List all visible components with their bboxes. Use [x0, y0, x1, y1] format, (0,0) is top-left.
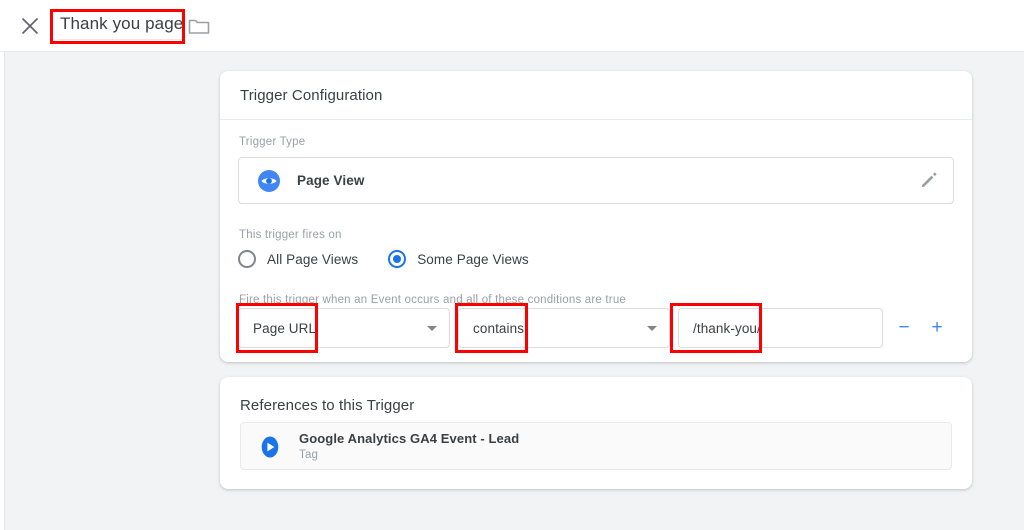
pencil-edit-icon[interactable] [919, 170, 939, 190]
remove-condition-button[interactable]: − [893, 317, 915, 339]
condition-row: Page URL contains /thank-you/ − + [238, 308, 954, 348]
condition-operator-value: contains [473, 320, 525, 336]
condition-variable-value: Page URL [253, 320, 317, 336]
radio-all-page-views[interactable]: All Page Views [238, 250, 358, 268]
radio-circle-selected-icon [388, 250, 407, 268]
radio-circle-icon [238, 250, 256, 268]
references-card: References to this Trigger Google Analyt… [220, 377, 972, 489]
folder-icon[interactable] [188, 16, 210, 36]
card-header: Trigger Configuration [220, 71, 972, 120]
page-view-eye-icon [257, 169, 281, 193]
trigger-name-field[interactable]: Thank you page [58, 12, 186, 40]
radio-some-page-views-label: Some Page Views [417, 251, 529, 267]
radio-all-page-views-label: All Page Views [267, 251, 359, 267]
condition-operator-select[interactable]: contains [458, 308, 670, 348]
reference-item-name: Google Analytics GA4 Event - Lead [299, 431, 520, 446]
reference-list-item[interactable]: Google Analytics GA4 Event - Lead Tag [240, 422, 952, 470]
conditions-description-label: Fire this trigger when an Event occurs a… [239, 294, 627, 306]
reference-item-type: Tag [299, 449, 319, 461]
fires-on-label: This trigger fires on [239, 229, 342, 241]
trigger-type-label: Trigger Type [239, 136, 306, 148]
add-condition-button[interactable]: + [926, 317, 948, 339]
ga4-tag-icon [258, 435, 282, 459]
chevron-down-icon [647, 326, 657, 331]
close-icon[interactable] [18, 14, 42, 38]
chevron-down-icon [427, 326, 437, 331]
trigger-type-name: Page View [297, 173, 365, 188]
left-nav-rail [0, 52, 5, 530]
references-title: References to this Trigger [240, 397, 415, 414]
condition-variable-select[interactable]: Page URL [238, 308, 450, 348]
trigger-type-selector[interactable]: Page View [238, 157, 954, 204]
top-header-bar: Thank you page [0, 0, 1024, 52]
trigger-configuration-title: Trigger Configuration [240, 86, 383, 104]
trigger-name-text[interactable]: Thank you page [58, 12, 186, 40]
condition-value-input[interactable]: /thank-you/ [678, 308, 883, 348]
condition-value-text: /thank-you/ [693, 320, 761, 336]
fires-on-radio-group: All Page Views Some Page Views [238, 248, 559, 270]
radio-some-page-views[interactable]: Some Page Views [388, 250, 529, 268]
